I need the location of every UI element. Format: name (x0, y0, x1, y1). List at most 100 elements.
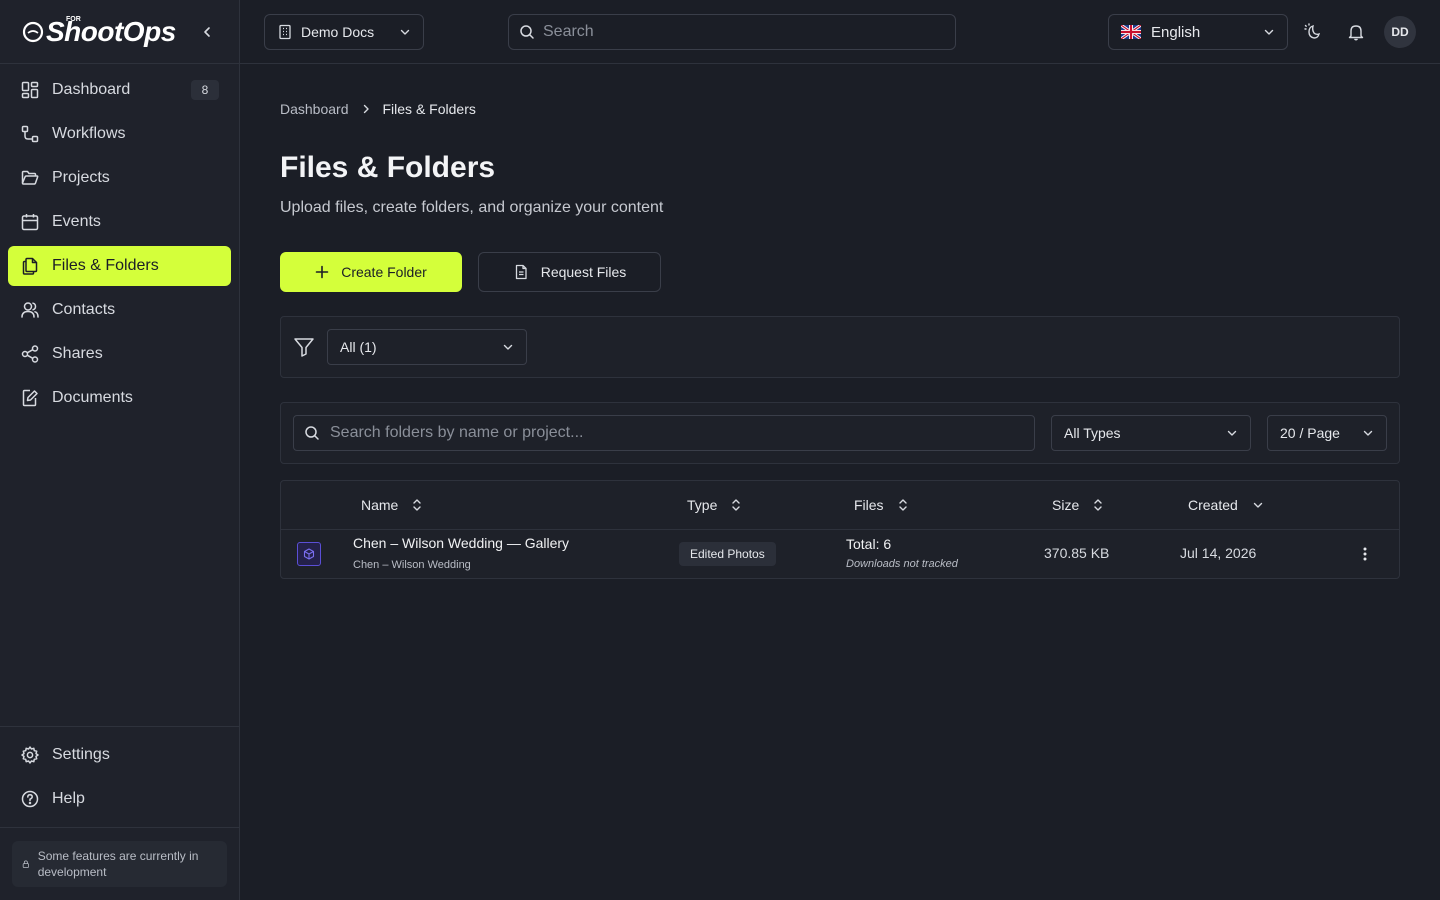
filter-bar: All (1) (280, 316, 1400, 378)
request-files-button[interactable]: Request Files (478, 252, 661, 292)
help-icon (20, 789, 40, 809)
sidebar-item-projects[interactable]: Projects (8, 158, 231, 198)
workspace-label: Demo Docs (301, 24, 375, 40)
table-header: Name Type Files Size Created (281, 481, 1399, 530)
sidebar-item-documents[interactable]: Documents (8, 378, 231, 418)
sidebar-item-label: Dashboard (52, 81, 131, 98)
lock-icon (22, 860, 29, 868)
create-folder-label: Create Folder (341, 264, 427, 280)
sidebar-item-label: Projects (52, 169, 110, 186)
bell-icon (1348, 25, 1364, 41)
column-label: Type (687, 497, 718, 513)
workspace-select[interactable]: Demo Docs (264, 14, 424, 50)
table-row[interactable]: Chen – Wilson Wedding — Gallery Chen – W… (281, 530, 1399, 578)
sidebar-item-workflows[interactable]: Workflows (8, 114, 231, 154)
sidebar-item-shares[interactable]: Shares (8, 334, 231, 374)
type-filter-select[interactable]: All Types (1051, 415, 1251, 451)
sidebar-item-label: Documents (52, 389, 133, 406)
sidebar-item-help[interactable]: Help (8, 779, 231, 819)
breadcrumb: Dashboard Files & Folders (280, 101, 476, 117)
users-icon (20, 300, 40, 320)
sidebar-item-dashboard[interactable]: Dashboard 8 (8, 70, 231, 110)
sidebar-bottom-nav: Settings Help (0, 726, 239, 823)
dev-note-text: Some features are currently in developme… (37, 849, 199, 879)
type-filter-label: All Types (1064, 425, 1121, 441)
calendar-icon (20, 212, 40, 232)
chevron-down-icon (1253, 502, 1263, 508)
uk-flag-icon (1121, 25, 1141, 39)
sort-icon (732, 499, 741, 511)
request-files-label: Request Files (540, 264, 627, 280)
sidebar-item-events[interactable]: Events (8, 202, 231, 242)
collapse-sidebar-button[interactable] (197, 22, 217, 42)
filter-icon[interactable] (293, 336, 315, 358)
topbar: Demo Docs English DD (240, 0, 1440, 64)
global-search-input[interactable] (543, 23, 945, 41)
sidebar-item-label: Settings (52, 746, 110, 763)
column-header-type[interactable]: Type (687, 481, 741, 529)
breadcrumb-dashboard-link[interactable]: Dashboard (280, 101, 349, 117)
chevron-right-icon (363, 104, 369, 114)
chevron-down-icon (1227, 430, 1237, 436)
column-header-size[interactable]: Size (1052, 481, 1103, 529)
sidebar-item-files-folders[interactable]: Files & Folders (8, 246, 231, 286)
user-avatar[interactable]: DD (1384, 16, 1416, 48)
page-size-label: 20 / Page (1280, 425, 1340, 441)
page-subtitle: Upload files, create folders, and organi… (280, 199, 664, 216)
row-actions-button[interactable] (1357, 544, 1373, 564)
more-vertical-icon (1363, 547, 1367, 561)
logo-ring-icon (22, 21, 44, 42)
type-badge: Edited Photos (679, 542, 776, 566)
sidebar-nav: Dashboard 8 Workflows Projects Events Fi… (0, 64, 239, 428)
column-header-name[interactable]: Name (361, 481, 422, 529)
dev-note-container: Some features are currently in developme… (0, 827, 239, 900)
column-header-created[interactable]: Created (1188, 481, 1264, 529)
notifications-button[interactable] (1346, 22, 1366, 42)
language-select[interactable]: English (1108, 14, 1288, 50)
sidebar-item-label: Help (52, 790, 85, 807)
folder-open-icon (20, 168, 40, 188)
dev-note: Some features are currently in developme… (12, 841, 227, 887)
document-icon (515, 264, 527, 280)
theme-toggle-icon (1304, 23, 1320, 39)
column-label: Files (854, 497, 884, 513)
create-folder-button[interactable]: Create Folder (280, 252, 462, 292)
page-title: Files & Folders (280, 151, 496, 184)
sidebar-item-label: Contacts (52, 301, 116, 318)
chevron-down-icon (400, 29, 410, 35)
page-size-select[interactable]: 20 / Page (1267, 415, 1387, 451)
gallery-folder-icon (297, 542, 321, 566)
theme-toggle-button[interactable] (1302, 22, 1322, 42)
sidebar-item-settings[interactable]: Settings (8, 735, 231, 775)
search-icon (305, 426, 319, 440)
folder-search-bar: All Types 20 / Page (280, 402, 1400, 464)
search-icon (520, 25, 534, 39)
gear-icon (20, 745, 40, 765)
sidebar-item-label: Events (52, 213, 101, 230)
column-header-files[interactable]: Files (854, 481, 908, 529)
folder-name[interactable]: Chen – Wilson Wedding — Gallery (353, 535, 569, 551)
folder-project: Chen – Wilson Wedding (353, 559, 471, 571)
chevron-down-icon (1264, 29, 1274, 35)
sidebar-item-label: Workflows (52, 125, 126, 142)
app-logo[interactable]: ShootOps FOR (22, 16, 176, 48)
column-label: Size (1052, 497, 1080, 513)
category-filter-select[interactable]: All (1) (327, 329, 527, 365)
folders-table: Name Type Files Size Created Chen – Wils… (280, 480, 1400, 579)
sidebar-item-contacts[interactable]: Contacts (8, 290, 231, 330)
logo-for-label: FOR (66, 15, 81, 23)
category-filter-label: All (1) (340, 339, 377, 355)
document-edit-icon (20, 388, 40, 408)
sort-icon (898, 499, 907, 511)
sidebar-item-label: Files & Folders (52, 257, 159, 274)
column-label: Name (361, 497, 399, 513)
share-icon (20, 344, 40, 364)
folder-created-date: Jul 14, 2026 (1180, 545, 1257, 561)
chevron-left-icon (204, 26, 210, 37)
chevron-down-icon (1363, 430, 1373, 436)
chevron-down-icon (503, 344, 513, 350)
language-label: English (1151, 23, 1201, 41)
sort-icon (1094, 499, 1102, 511)
logo-row: ShootOps FOR (0, 0, 239, 64)
folder-search-input[interactable] (330, 424, 1024, 442)
